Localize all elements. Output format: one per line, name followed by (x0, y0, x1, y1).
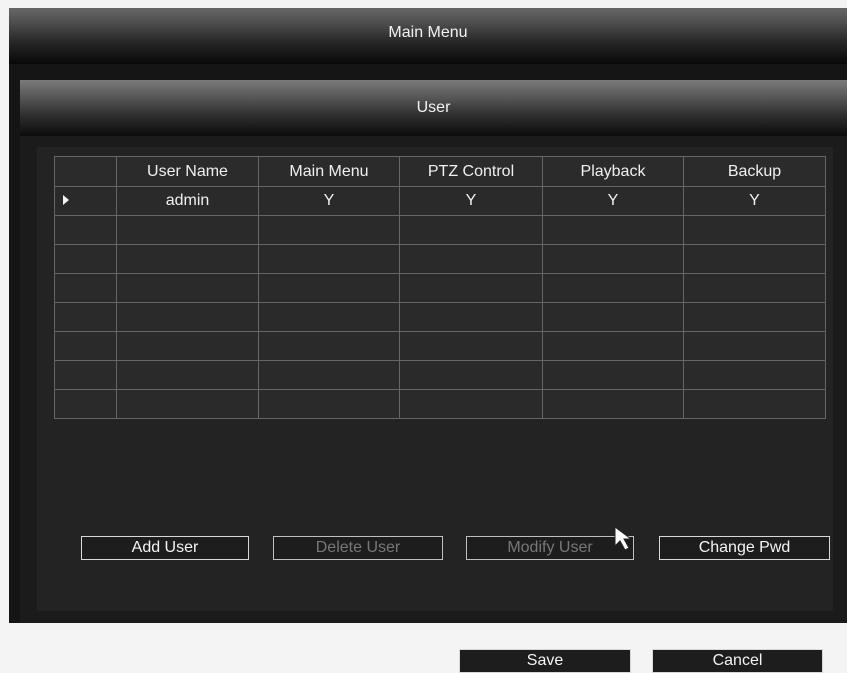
save-button[interactable]: Save (459, 649, 631, 673)
user-dialog: User User Name Main Menu PTZ Control Pla… (20, 80, 847, 673)
table-row[interactable] (54, 302, 826, 332)
modify-user-button[interactable]: Modify User (466, 536, 634, 560)
cell-playback[interactable]: Y (542, 186, 684, 216)
cancel-button[interactable]: Cancel (652, 649, 823, 673)
user-dialog-title: User (20, 80, 847, 136)
change-pwd-button[interactable]: Change Pwd (659, 536, 830, 560)
table-row[interactable] (54, 389, 826, 419)
column-header-user-name: User Name (116, 156, 259, 187)
table-row[interactable] (54, 331, 826, 361)
user-panel: User Name Main Menu PTZ Control Playback… (37, 147, 833, 673)
selector-column-header (54, 156, 117, 187)
cell-ptz-control[interactable]: Y (399, 186, 543, 216)
mouse-pointer-icon (614, 526, 633, 551)
delete-user-button[interactable]: Delete User (273, 536, 443, 560)
main-menu-title: Main Menu (9, 8, 847, 64)
user-table: User Name Main Menu PTZ Control Playback… (54, 156, 826, 419)
row-selected-arrow-icon (63, 195, 69, 205)
column-header-backup: Backup (683, 156, 826, 187)
cell-backup[interactable]: Y (683, 186, 826, 216)
table-row[interactable] (54, 244, 826, 274)
table-row[interactable] (54, 215, 826, 245)
table-row[interactable] (54, 360, 826, 390)
column-header-main-menu: Main Menu (258, 156, 400, 187)
column-header-playback: Playback (542, 156, 684, 187)
cell-user-name[interactable]: admin (116, 186, 259, 216)
table-header-row: User Name Main Menu PTZ Control Playback… (54, 156, 826, 187)
table-row[interactable]: admin Y Y Y Y (54, 186, 826, 216)
cell-main-menu[interactable]: Y (258, 186, 400, 216)
column-header-ptz-control: PTZ Control (399, 156, 543, 187)
table-row[interactable] (54, 273, 826, 303)
row-selector-cell[interactable] (54, 186, 117, 216)
main-menu-window: Main Menu User User Name Main Menu PTZ C… (9, 8, 847, 673)
add-user-button[interactable]: Add User (81, 536, 249, 560)
